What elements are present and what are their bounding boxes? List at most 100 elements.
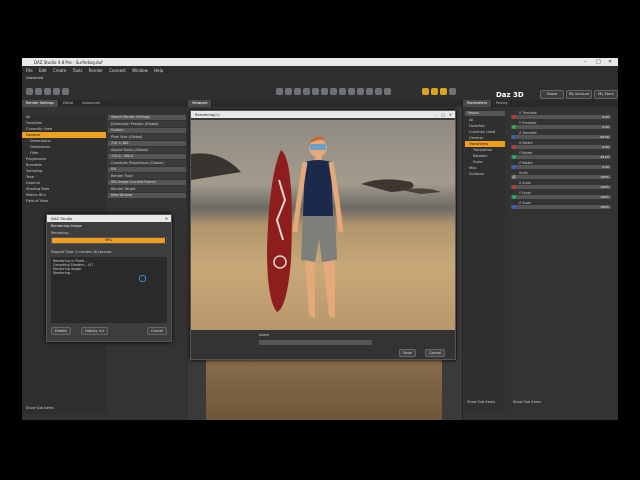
tab-parameters[interactable]: Parameters — [463, 100, 493, 107]
tab-viewport[interactable]: Viewport — [188, 100, 213, 107]
slider-track[interactable] — [511, 155, 611, 159]
history-button[interactable]: History << — [81, 327, 109, 335]
help-icon[interactable] — [449, 88, 456, 95]
menu-tools[interactable]: Tools — [73, 68, 83, 73]
parameter-slider[interactable]: X Scale 100% — [507, 181, 617, 190]
menu-edit[interactable]: Edit — [39, 68, 47, 73]
render-settings-icon[interactable] — [431, 88, 438, 95]
joint-editor-icon[interactable] — [366, 88, 373, 95]
slider-value[interactable]: 0.00 — [602, 145, 609, 149]
camera-icon[interactable] — [339, 88, 346, 95]
slider-value[interactable]: 0.00 — [602, 165, 609, 169]
render-icon[interactable] — [422, 88, 429, 95]
slider-value[interactable]: -56.00 — [599, 135, 609, 139]
universal-tool-icon[interactable] — [312, 88, 319, 95]
render-name-input[interactable] — [259, 340, 372, 345]
minimize-icon[interactable]: – — [435, 111, 437, 118]
close-icon[interactable]: ✕ — [165, 215, 168, 222]
slider-track[interactable] — [511, 195, 611, 199]
parameter-slider[interactable]: X Translate 0.00 — [507, 111, 617, 120]
my-store-tab[interactable]: My Store — [594, 90, 618, 99]
parameter-slider[interactable]: Y Rotate -32.00 — [507, 151, 617, 160]
dimension-preset-select[interactable]: Custom — [108, 128, 186, 133]
maximize-icon[interactable]: □ — [441, 111, 445, 118]
close-icon[interactable]: ✕ — [608, 59, 612, 65]
undo-icon[interactable] — [53, 88, 60, 95]
rotate-tool-icon[interactable] — [294, 88, 301, 95]
slider-track[interactable] — [511, 185, 611, 189]
move-tool-icon[interactable] — [285, 88, 292, 95]
region-nav-icon[interactable] — [375, 88, 382, 95]
my-account-tab[interactable]: My Account — [566, 90, 592, 99]
aspect-ratio-fields[interactable]: 720.0 : 480.0 — [108, 154, 186, 159]
maximize-icon[interactable]: □ — [596, 59, 601, 65]
scale-tool-icon[interactable] — [303, 88, 310, 95]
height-value[interactable]: 480 — [122, 141, 128, 145]
slider-value[interactable]: 100% — [600, 205, 609, 209]
lock-icon[interactable] — [440, 88, 447, 95]
menu-render[interactable]: Render — [89, 68, 103, 73]
home-tab[interactable]: Home — [540, 90, 564, 99]
slider-value[interactable]: 0.00 — [602, 115, 609, 119]
parameter-slider[interactable]: X Rotate 0.00 — [507, 141, 617, 150]
node-weight-icon[interactable] — [321, 88, 328, 95]
slider-track[interactable] — [511, 145, 611, 149]
tab-render-settings[interactable]: Render Settings — [22, 100, 59, 107]
slider-value[interactable]: 0.00 — [602, 125, 609, 129]
parameter-slider[interactable]: Z Scale 100% — [507, 201, 617, 210]
tab-advanced[interactable]: Advanced — [78, 100, 105, 107]
save-render-button[interactable]: Save — [399, 349, 416, 357]
cancel-render-button[interactable]: Cancel — [147, 327, 167, 335]
slider-track[interactable] — [511, 205, 611, 209]
slider-track[interactable] — [511, 175, 611, 179]
parameter-slider[interactable]: Y Scale 100% — [507, 191, 617, 200]
slider-track[interactable] — [511, 125, 611, 129]
render-type-select[interactable]: Still Image (Current Frame) — [108, 180, 186, 185]
tab-posing[interactable]: Posing — [492, 100, 513, 107]
parameter-slider[interactable]: Z Rotate 0.00 — [507, 161, 617, 170]
slider-track[interactable] — [511, 115, 611, 119]
details-button[interactable]: Details — [51, 327, 72, 335]
group-item[interactable]: Surfaces — [465, 171, 505, 177]
search-input[interactable]: Search — [465, 111, 505, 116]
redo-icon[interactable] — [62, 88, 69, 95]
constrain-field[interactable]: 0% — [108, 167, 186, 172]
spot-render-icon[interactable] — [384, 88, 391, 95]
parameter-slider[interactable]: Y Translate 0.00 — [507, 121, 617, 130]
slider-value[interactable]: 100% — [600, 195, 609, 199]
show-sub-items-checkbox-2[interactable]: Show Sub Items — [513, 400, 541, 404]
show-sub-items-checkbox[interactable]: Show Sub Items — [26, 406, 54, 410]
render-target-select[interactable]: New Window — [108, 193, 186, 198]
slider-track[interactable] — [511, 165, 611, 169]
menu-create[interactable]: Create — [53, 68, 66, 73]
open-icon[interactable] — [35, 88, 42, 95]
aspect-x-value[interactable]: 720.0 — [111, 154, 120, 158]
menu-connect[interactable]: Connect — [109, 68, 126, 73]
surface-tool-icon[interactable] — [357, 88, 364, 95]
parameter-slider[interactable]: Z Translate -56.00 — [507, 131, 617, 140]
render-window-title: Rendering(1) — [195, 112, 220, 117]
cancel-button[interactable]: Cancel — [425, 349, 445, 357]
slider-track[interactable] — [511, 135, 611, 139]
show-sub-items-checkbox[interactable]: Show Sub Items — [467, 400, 495, 404]
select-tool-icon[interactable] — [276, 88, 283, 95]
menu-file[interactable]: File — [26, 68, 33, 73]
pixel-size-fields[interactable]: 720 × 480 — [108, 141, 186, 146]
new-scene-icon[interactable] — [26, 88, 33, 95]
slider-value[interactable]: -32.00 — [599, 155, 609, 159]
width-value[interactable]: 720 — [111, 141, 117, 145]
minimize-icon[interactable]: – — [584, 59, 587, 65]
menu-help[interactable]: Help — [154, 68, 163, 73]
search-input[interactable]: Search Render Settings — [108, 115, 186, 120]
tab-editor[interactable]: Editor — [59, 100, 79, 107]
spotlight-icon[interactable] — [348, 88, 355, 95]
close-icon[interactable]: ✕ — [449, 111, 452, 118]
save-icon[interactable] — [44, 88, 51, 95]
parameter-slider[interactable]: Scale 100% — [507, 171, 617, 180]
group-item[interactable]: Field of View — [22, 198, 106, 204]
geometry-editor-icon[interactable] — [330, 88, 337, 95]
menu-window[interactable]: Window — [132, 68, 148, 73]
slider-value[interactable]: 100% — [600, 175, 609, 179]
slider-value[interactable]: 100% — [600, 185, 609, 189]
aspect-y-value[interactable]: 480.0 — [124, 154, 133, 158]
